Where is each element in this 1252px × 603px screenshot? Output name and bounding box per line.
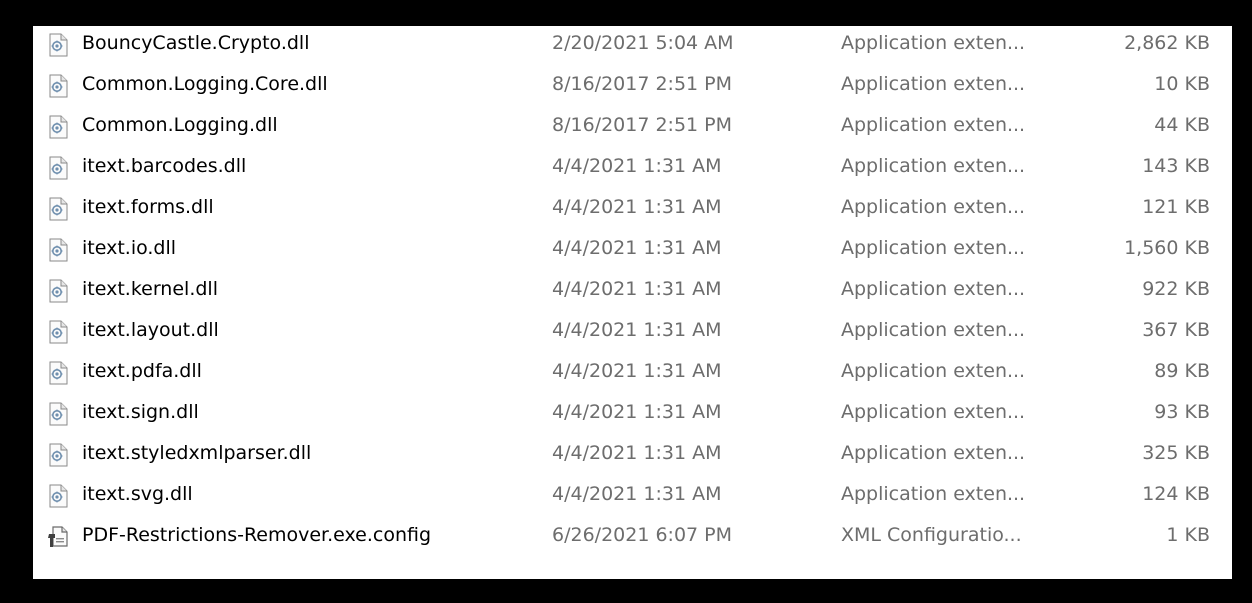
file-name: Common.Logging.dll — [82, 114, 278, 136]
file-type: Application exten... — [841, 319, 1026, 341]
file-size: 1,560 KB — [1124, 237, 1210, 259]
file-size: 922 KB — [1142, 278, 1210, 300]
file-name: itext.forms.dll — [82, 196, 214, 218]
file-name: itext.svg.dll — [82, 483, 193, 505]
file-row[interactable]: Common.Logging.dll 8/16/2017 2:51 PM App… — [33, 108, 1232, 145]
file-date-modified: 4/4/2021 1:31 AM — [552, 483, 722, 505]
file-type: Application exten... — [841, 155, 1026, 177]
file-date-modified: 4/4/2021 1:31 AM — [552, 319, 722, 341]
file-row[interactable]: itext.kernel.dll 4/4/2021 1:31 AM Applic… — [33, 272, 1232, 309]
dll-file-icon — [47, 402, 69, 426]
dll-file-icon — [47, 197, 69, 221]
file-name: BouncyCastle.Crypto.dll — [82, 32, 310, 54]
dll-file-icon — [47, 443, 69, 467]
file-date-modified: 2/20/2021 5:04 AM — [552, 32, 734, 54]
file-size: 2,862 KB — [1124, 32, 1210, 54]
file-type: Application exten... — [841, 483, 1026, 505]
file-row[interactable]: itext.sign.dll 4/4/2021 1:31 AM Applicat… — [33, 395, 1232, 432]
file-type: Application exten... — [841, 32, 1026, 54]
file-row[interactable]: Common.Logging.Core.dll 8/16/2017 2:51 P… — [33, 67, 1232, 104]
file-date-modified: 6/26/2021 6:07 PM — [552, 524, 733, 546]
dll-file-icon — [47, 320, 69, 344]
file-type: Application exten... — [841, 73, 1026, 95]
dll-file-icon — [47, 115, 69, 139]
file-date-modified: 4/4/2021 1:31 AM — [552, 442, 722, 464]
dll-file-icon — [47, 361, 69, 385]
file-row[interactable]: itext.pdfa.dll 4/4/2021 1:31 AM Applicat… — [33, 354, 1232, 391]
config-file-icon — [47, 525, 69, 549]
file-name: itext.styledxmlparser.dll — [82, 442, 312, 464]
file-row[interactable]: itext.layout.dll 4/4/2021 1:31 AM Applic… — [33, 313, 1232, 350]
file-type: Application exten... — [841, 196, 1026, 218]
file-row[interactable]: itext.io.dll 4/4/2021 1:31 AM Applicatio… — [33, 231, 1232, 268]
file-name: itext.layout.dll — [82, 319, 219, 341]
dll-file-icon — [47, 33, 69, 57]
file-name: itext.sign.dll — [82, 401, 199, 423]
file-date-modified: 4/4/2021 1:31 AM — [552, 196, 722, 218]
file-type: Application exten... — [841, 278, 1026, 300]
screenshot-frame: BouncyCastle.Crypto.dll 2/20/2021 5:04 A… — [0, 0, 1252, 603]
file-size: 44 KB — [1154, 114, 1210, 136]
file-row[interactable]: BouncyCastle.Crypto.dll 2/20/2021 5:04 A… — [33, 26, 1232, 63]
file-date-modified: 4/4/2021 1:31 AM — [552, 155, 722, 177]
file-type: Application exten... — [841, 401, 1026, 423]
file-type: XML Configuratio... — [841, 524, 1022, 546]
file-type: Application exten... — [841, 360, 1026, 382]
file-type: Application exten... — [841, 237, 1026, 259]
file-size: 143 KB — [1142, 155, 1210, 177]
file-size: 121 KB — [1142, 196, 1210, 218]
file-size: 124 KB — [1142, 483, 1210, 505]
dll-file-icon — [47, 74, 69, 98]
dll-file-icon — [47, 156, 69, 180]
file-name: itext.kernel.dll — [82, 278, 218, 300]
file-date-modified: 4/4/2021 1:31 AM — [552, 237, 722, 259]
file-list: BouncyCastle.Crypto.dll 2/20/2021 5:04 A… — [33, 26, 1232, 579]
dll-file-icon — [47, 279, 69, 303]
file-size: 1 KB — [1166, 524, 1210, 546]
file-date-modified: 4/4/2021 1:31 AM — [552, 401, 722, 423]
file-size: 367 KB — [1142, 319, 1210, 341]
file-name: itext.pdfa.dll — [82, 360, 202, 382]
file-date-modified: 4/4/2021 1:31 AM — [552, 278, 722, 300]
file-name: Common.Logging.Core.dll — [82, 73, 328, 95]
file-name: itext.barcodes.dll — [82, 155, 247, 177]
file-size: 325 KB — [1142, 442, 1210, 464]
file-type: Application exten... — [841, 114, 1026, 136]
file-row[interactable]: itext.svg.dll 4/4/2021 1:31 AM Applicati… — [33, 477, 1232, 514]
file-type: Application exten... — [841, 442, 1026, 464]
file-date-modified: 8/16/2017 2:51 PM — [552, 73, 733, 95]
dll-file-icon — [47, 238, 69, 262]
file-name: PDF-Restrictions-Remover.exe.config — [82, 524, 432, 546]
file-date-modified: 8/16/2017 2:51 PM — [552, 114, 733, 136]
file-name: itext.io.dll — [82, 237, 177, 259]
file-size: 89 KB — [1154, 360, 1210, 382]
dll-file-icon — [47, 484, 69, 508]
file-row[interactable]: itext.forms.dll 4/4/2021 1:31 AM Applica… — [33, 190, 1232, 227]
file-size: 10 KB — [1154, 73, 1210, 95]
file-row[interactable]: itext.styledxmlparser.dll 4/4/2021 1:31 … — [33, 436, 1232, 473]
file-size: 93 KB — [1154, 401, 1210, 423]
file-row[interactable]: itext.barcodes.dll 4/4/2021 1:31 AM Appl… — [33, 149, 1232, 186]
file-date-modified: 4/4/2021 1:31 AM — [552, 360, 722, 382]
file-row[interactable]: PDF-Restrictions-Remover.exe.config 6/26… — [33, 518, 1232, 555]
